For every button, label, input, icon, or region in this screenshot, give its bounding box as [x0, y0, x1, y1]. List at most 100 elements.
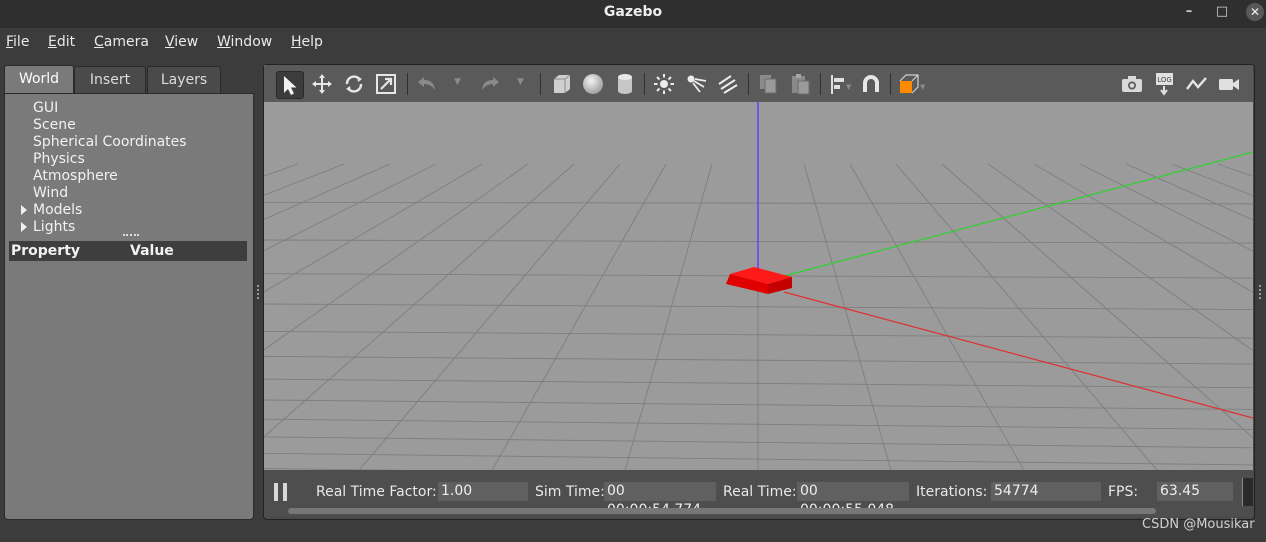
menu-window[interactable]: Window	[217, 34, 272, 50]
status-step-control[interactable]	[1242, 478, 1253, 506]
expand-arrow-icon[interactable]	[21, 222, 27, 232]
y-axis-line	[783, 151, 1253, 277]
sim-time-field: 00 00:00:54.774	[604, 482, 716, 518]
grid-line	[264, 163, 345, 196]
tree-item-wind[interactable]: Wind	[33, 185, 68, 202]
tree-item-physics[interactable]: Physics	[33, 151, 85, 168]
window-title-bar: Gazebo – □ ✕	[0, 0, 1266, 28]
grid-line	[264, 163, 299, 177]
select-mode-button[interactable]	[276, 71, 304, 99]
scale-mode-button[interactable]	[373, 71, 399, 97]
insert-spot-light-button[interactable]	[683, 71, 709, 97]
real-time-factor-label: Real Time Factor:	[316, 484, 437, 500]
translate-mode-button[interactable]	[309, 71, 335, 97]
insert-point-light-button[interactable]	[651, 71, 677, 97]
box-model[interactable]	[726, 267, 792, 294]
snap-button[interactable]	[858, 71, 884, 97]
insert-cylinder-button[interactable]	[612, 71, 638, 97]
maximize-button[interactable]: □	[1213, 3, 1231, 21]
world-panel: GUI Scene Spherical Coordinates Physics …	[4, 93, 254, 520]
right-splitter-handle[interactable]	[1259, 285, 1263, 299]
view-angle-dropdown[interactable]: ▼	[920, 83, 925, 91]
grid-line	[264, 436, 1253, 449]
view-angle-cube-icon	[899, 74, 919, 94]
left-panel-tabs: World Insert Layers	[4, 65, 252, 94]
rotate-mode-button[interactable]	[341, 71, 367, 97]
real-time-factor-field: 1.00	[438, 482, 528, 501]
rotate-icon	[345, 75, 363, 93]
close-button[interactable]: ✕	[1246, 3, 1264, 21]
tree-item-scene[interactable]: Scene	[33, 117, 76, 134]
panel-splitter-handle[interactable]	[123, 234, 139, 239]
scene-render[interactable]	[264, 102, 1253, 470]
grid-line	[941, 163, 1253, 439]
expand-arrow-icon[interactable]	[21, 205, 27, 215]
tab-world[interactable]: World	[4, 65, 74, 94]
tree-item-lights[interactable]: Lights	[33, 219, 75, 236]
fps-label: FPS:	[1108, 484, 1139, 500]
menu-help[interactable]: Help	[291, 34, 323, 50]
window-title: Gazebo	[603, 4, 663, 20]
view-angle-button[interactable]	[896, 71, 922, 97]
minimize-button[interactable]: –	[1180, 3, 1198, 21]
log-icon-label: LOG	[1157, 76, 1172, 84]
tree-item-spherical-coordinates[interactable]: Spherical Coordinates	[33, 134, 187, 151]
insert-sphere-button[interactable]	[580, 71, 606, 97]
screenshot-button[interactable]	[1119, 71, 1145, 97]
iterations-field: 54774	[991, 482, 1101, 501]
move-icon	[312, 74, 332, 94]
video-icon	[1219, 79, 1239, 90]
undo-history-dropdown[interactable]: ▼	[454, 77, 461, 87]
redo-button[interactable]	[477, 71, 503, 97]
tab-insert[interactable]: Insert	[74, 66, 146, 93]
spot-light-icon	[687, 75, 707, 93]
property-column-header[interactable]: Property	[11, 241, 80, 261]
tree-item-atmosphere[interactable]: Atmosphere	[33, 168, 118, 185]
toolbar-separator	[540, 73, 541, 95]
cylinder-icon	[618, 74, 632, 94]
fps-field: 63.45	[1157, 482, 1233, 501]
menu-edit[interactable]: Edit	[48, 34, 75, 50]
grid-line	[264, 163, 391, 220]
toolbar-separator	[748, 73, 749, 95]
grid-line	[264, 355, 1253, 365]
menu-camera[interactable]: Camera	[94, 34, 149, 50]
simulation-status-bar: Real Time Factor: 1.00 Sim Time: 00 00:0…	[264, 470, 1253, 518]
toolbar-separator	[890, 73, 891, 95]
pause-button[interactable]	[274, 483, 290, 501]
grid-line	[264, 163, 529, 351]
redo-history-dropdown[interactable]: ▼	[517, 77, 524, 87]
align-dropdown[interactable]: ▼	[846, 83, 851, 91]
insert-box-button[interactable]	[548, 71, 574, 97]
tree-item-models[interactable]: Models	[33, 202, 82, 219]
paste-icon	[792, 74, 810, 95]
plot-button[interactable]	[1184, 71, 1210, 97]
menu-file[interactable]: File	[6, 34, 29, 50]
tree-item-gui[interactable]: GUI	[33, 100, 58, 117]
tab-layers[interactable]: Layers	[147, 66, 221, 93]
status-horizontal-scrollbar[interactable]	[288, 508, 1156, 514]
menu-view[interactable]: View	[165, 34, 198, 50]
toolbar-separator	[820, 73, 821, 95]
real-time-field: 00 00:00:55.048	[797, 482, 909, 518]
copy-button[interactable]	[755, 71, 781, 97]
paste-button[interactable]	[787, 71, 813, 97]
undo-button[interactable]	[414, 71, 440, 97]
pause-icon	[283, 483, 287, 501]
value-column-header[interactable]: Value	[130, 241, 174, 261]
redo-icon	[482, 77, 499, 90]
toolbar-separator	[644, 73, 645, 95]
plot-icon	[1186, 77, 1207, 90]
sim-time-label: Sim Time:	[535, 484, 605, 500]
scale-icon	[376, 74, 396, 94]
directional-light-icon	[718, 75, 738, 94]
insert-directional-light-button[interactable]	[715, 71, 741, 97]
record-video-button[interactable]	[1216, 71, 1242, 97]
grid-line	[264, 163, 437, 251]
left-splitter-handle[interactable]	[257, 285, 261, 299]
snap-magnet-icon	[863, 75, 879, 92]
grid-line	[358, 163, 621, 470]
log-button[interactable]: LOG	[1152, 71, 1178, 97]
copy-icon	[760, 75, 777, 94]
3d-viewport[interactable]	[264, 102, 1253, 470]
